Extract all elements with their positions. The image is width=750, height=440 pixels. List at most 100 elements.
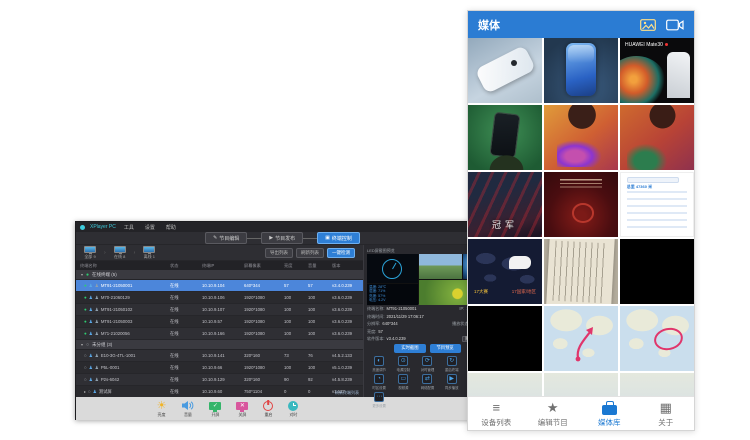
detect-all-button[interactable]: 一键检测 [327, 248, 355, 258]
menu-tools[interactable]: 工具 [121, 224, 137, 231]
dock-brightness[interactable]: ☀亮度 [157, 400, 167, 418]
video-camera-icon[interactable] [666, 19, 684, 31]
nav-about[interactable]: ▦ 关于 [638, 401, 695, 428]
nav-device-list[interactable]: ≡ 设备列表 [468, 401, 525, 428]
monitor-icon [84, 246, 96, 253]
user-icon: ♟ [89, 377, 93, 383]
media-tile-trip-itinerary[interactable]: 总里 47360 米 [620, 172, 694, 237]
video-source-icon: ▭ [398, 374, 408, 384]
table-row[interactable]: ○♟♟E10-3G-4TL-1001 在线10.10.9.141 320*160… [76, 350, 363, 362]
tile-text: 冠军 [468, 218, 542, 231]
mobile-media-app: 媒体 HUAWEI Mate30 冠军 总里 47360 米 17大赛 17国家… [467, 10, 695, 431]
media-tile-map-partial[interactable] [468, 373, 542, 396]
tool-timezone[interactable]: ◔时区设置 [367, 374, 391, 390]
list-icon: ≡ [492, 401, 500, 415]
tool-sync-play[interactable]: ▶同步播放 [440, 374, 464, 390]
media-tile-huawei-ad[interactable]: HUAWEI Mate30 [620, 38, 694, 103]
app-logo-icon [80, 225, 85, 230]
image-picker-icon[interactable] [640, 19, 656, 31]
table-row[interactable]: ●♟♟M71-21020056 在线10.10.9.166 1920*10801… [76, 328, 363, 340]
export-list-button[interactable]: 导出列表 [265, 248, 293, 258]
refresh-list-button[interactable]: 刷新列表 [296, 248, 324, 258]
step-program-publish[interactable]: ▶ 节目发布 [261, 232, 303, 244]
live-screenshot-button[interactable]: 实时截图 [394, 344, 425, 353]
monitor-icon [143, 246, 155, 253]
status-dot-icon: ○ [84, 365, 87, 370]
step-program-edit[interactable]: ✎ 节目编辑 [205, 232, 247, 244]
restart-icon: ↻ [447, 356, 457, 366]
menu-settings[interactable]: 设置 [142, 224, 158, 231]
nav-edit-program[interactable]: ★ 编辑节目 [525, 401, 582, 428]
media-tile-phone-in-hand[interactable] [468, 105, 542, 170]
tool-power[interactable]: ⊙电源控制 [391, 356, 415, 372]
user-icon: ♟ [89, 295, 93, 301]
clock-icon [288, 401, 298, 411]
nav-media-library[interactable]: 媒体库 [581, 401, 638, 428]
group-row-online[interactable]: ▾ ● 在线终端 (5) [76, 270, 363, 280]
media-tile-holi-portrait-1[interactable] [544, 105, 618, 170]
panel-title: LED屏截图预览 [367, 248, 395, 254]
table-row[interactable]: ○♟♟P5L-0001 在线10.10.9.66 1920*1080100 10… [76, 362, 363, 374]
tool-video-source[interactable]: ▭视频源 [391, 374, 415, 390]
table-row[interactable]: ○♟♟P2s-6042 在线10.10.9.129 320*16090 92v4… [76, 374, 363, 386]
version-value: v3.4.0.239 [387, 337, 406, 342]
table-row[interactable]: ●♟♟MT91-21050001 在线10.10.9.104 640*34457… [76, 280, 363, 292]
table-header: 终端名称状态 终端IP屏幕像素 亮度音量 版本 [76, 261, 363, 270]
monitor-icon: ▣ [325, 235, 330, 241]
media-tile-map-circled[interactable] [620, 306, 694, 371]
media-tile-map-route[interactable] [544, 306, 618, 371]
media-tile-white-phone[interactable] [468, 38, 542, 103]
refresh-terminal-list-link[interactable]: 刷新终端列表 [335, 390, 359, 396]
chevron-right-icon: ▸ [84, 389, 86, 394]
terminal-time-value: 2021/11/29 17:06:17 [387, 315, 424, 320]
status-dot-icon: ● [84, 331, 87, 336]
clock-preview-image [367, 254, 418, 283]
offline-dot-icon: ○ [86, 342, 89, 348]
menu-help[interactable]: 帮助 [163, 224, 179, 231]
dock-screen-off[interactable]: ✕关屏 [236, 400, 248, 418]
dock-volume[interactable]: 音量 [181, 400, 194, 418]
tool-brightness[interactable]: ◐亮度调节 [367, 356, 391, 372]
media-tile-dark-world-map[interactable]: 17大赛 17国家/地区 [468, 239, 542, 304]
media-tile-red-poster[interactable] [544, 172, 618, 237]
summary-online[interactable]: 在线 8 [114, 246, 126, 260]
status-dot-icon: ● [84, 295, 87, 300]
summary-offline[interactable]: 离线 1 [143, 246, 155, 260]
user-icon: ♟ [89, 365, 93, 371]
media-tile-map-partial[interactable] [620, 373, 694, 396]
media-tile-black[interactable] [468, 306, 542, 371]
dock-screen-on[interactable]: ✓开屏 [209, 400, 221, 418]
table-row[interactable]: ●♟♟MT91-21050102 在线10.10.9.107 1920*1080… [76, 304, 363, 316]
step-connector [303, 238, 317, 239]
media-tile-map-partial[interactable] [544, 373, 618, 396]
program-preview-button[interactable]: 节目预览 [430, 344, 461, 353]
status-dot-icon: ● [84, 283, 87, 288]
step-terminal-control[interactable]: ▣ 终端控制 [317, 232, 360, 244]
power-icon: ⊙ [398, 356, 408, 366]
tool-restart[interactable]: ↻重启终端 [440, 356, 464, 372]
brightness-value: 57 [378, 330, 383, 335]
group-row-ungrouped[interactable]: ▾ ○ 未分组 (3) [76, 340, 363, 350]
tile-text: 17大赛 [474, 289, 488, 295]
user-icon: ♟ [89, 331, 93, 337]
resolution-value: 640*344 [382, 322, 397, 327]
tool-more[interactable]: ⋯更多设置 [367, 392, 391, 408]
dock-restart[interactable]: 重启 [263, 400, 273, 418]
table-row[interactable]: ●♟♟MT91-21050003 在线10.10.9.57 1920*10801… [76, 316, 363, 328]
table-row[interactable]: ▸○♟测试屏 在线10.10.9.60 750*11040 0v1.137 [76, 386, 363, 397]
tool-network[interactable]: ⇄网络配置 [415, 374, 439, 390]
media-tile-esports-champion[interactable]: 冠军 [468, 172, 542, 237]
dock-time-sync[interactable]: 对时 [288, 400, 298, 418]
summary-all[interactable]: 全部 9 [84, 246, 96, 260]
table-row[interactable]: ●♟♟M70-21060129 在线10.10.9.106 1920*10801… [76, 292, 363, 304]
media-tile-document-photo[interactable] [544, 239, 618, 304]
status-dot-icon: ● [84, 307, 87, 312]
media-tile-holi-portrait-2[interactable] [620, 105, 694, 170]
titlebar[interactable]: XPlayer PC 工具 设置 帮助 ─ ✕ [76, 222, 489, 232]
tool-time-sync[interactable]: ⟳对时管理 [415, 356, 439, 372]
user-icon: ♟ [89, 307, 93, 313]
building-icon: ▦ [660, 401, 672, 415]
pencil-icon: ✎ [213, 235, 217, 241]
media-tile-black[interactable] [620, 239, 694, 304]
media-tile-blue-phone[interactable] [544, 38, 618, 103]
